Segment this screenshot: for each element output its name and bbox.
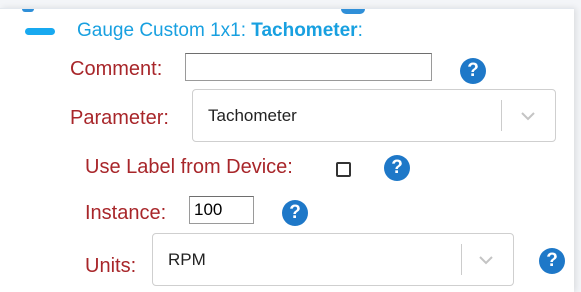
parameter-select[interactable]: Tachometer: [192, 89, 556, 142]
section-title-gauge-name: Tachometer: [251, 20, 358, 41]
chevron-down-icon[interactable]: [520, 111, 536, 121]
instance-label: Instance:: [85, 202, 167, 224]
use-label-from-device-checkbox[interactable]: [336, 162, 351, 177]
comment-input[interactable]: [185, 53, 432, 81]
chevron-down-icon[interactable]: [478, 255, 494, 265]
collapse-minus-icon[interactable]: [25, 28, 55, 35]
parameter-select-separator: [501, 100, 502, 131]
units-label: Units:: [85, 255, 137, 277]
comment-help-icon[interactable]: ?: [460, 58, 486, 84]
section-title-prefix: Gauge Custom 1x1:: [77, 20, 252, 41]
section-title-suffix: :: [357, 20, 363, 41]
use-label-help-icon[interactable]: ?: [384, 155, 410, 181]
parameter-label: Parameter:: [70, 107, 169, 129]
previous-item-edge: [22, 9, 34, 12]
units-select[interactable]: RPM: [152, 233, 514, 286]
units-select-separator: [461, 244, 462, 275]
units-help-icon[interactable]: ?: [539, 248, 565, 274]
use-label-from-device-label: Use Label from Device:: [85, 156, 293, 178]
previous-help-icon-edge: [341, 9, 365, 14]
units-select-value: RPM: [168, 249, 206, 269]
instance-help-icon[interactable]: ?: [282, 200, 308, 226]
instance-input[interactable]: [189, 196, 254, 224]
parameter-select-value: Tachometer: [208, 105, 297, 125]
section-title: Gauge Custom 1x1: Tachometer:: [77, 20, 363, 42]
comment-label: Comment:: [70, 58, 163, 80]
